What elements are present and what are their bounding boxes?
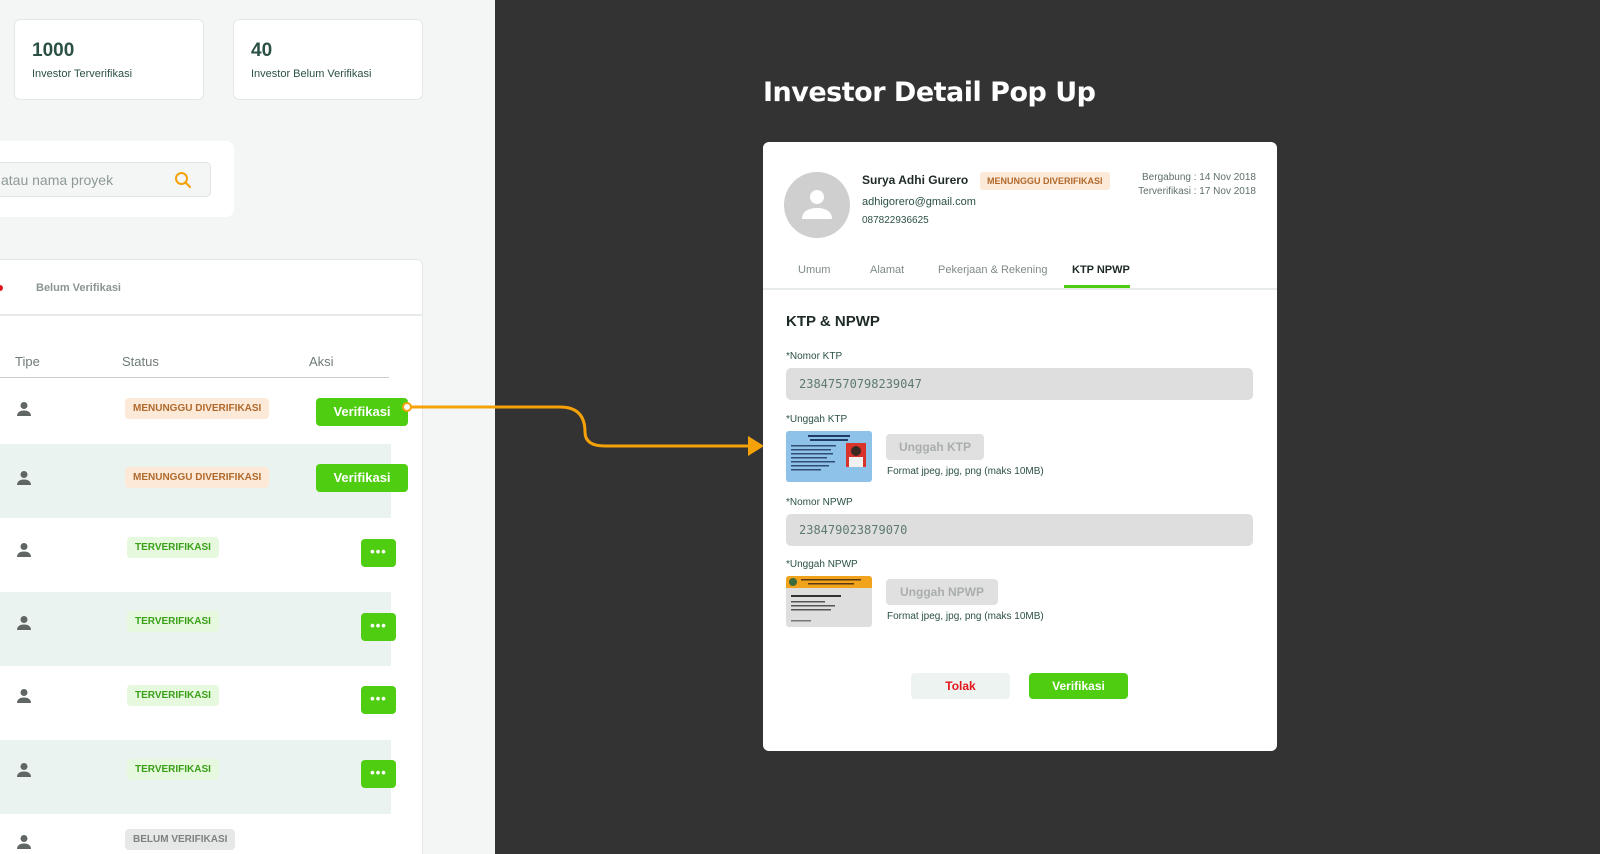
npwp-upload-label: *Unggah NPWP (786, 559, 858, 570)
status-badge: TERVERIFIKASI (127, 759, 219, 780)
ktp-number-label: *Nomor KTP (786, 351, 843, 362)
table-row: TERVERIFIKASI ••• (0, 666, 396, 740)
search-input[interactable]: atau nama proyek (0, 162, 211, 197)
notification-dot (0, 285, 3, 291)
investor-phone: 087822936625 (862, 215, 929, 226)
investor-table: Belum Verifikasi Tipe Status Aksi MENUNG… (0, 259, 423, 854)
npwp-card-thumbnail[interactable] (786, 576, 872, 627)
person-icon (17, 402, 31, 416)
stat-label: Investor Belum Verifikasi (251, 68, 372, 80)
stat-value: 1000 (32, 40, 75, 61)
tab-belum-verifikasi[interactable]: Belum Verifikasi (36, 282, 121, 294)
verify-button[interactable]: Verifikasi (1029, 673, 1128, 699)
person-icon (17, 471, 31, 485)
table-row: BELUM VERIFIKASI (0, 814, 391, 854)
more-actions-button[interactable]: ••• (361, 539, 396, 567)
section-title: KTP & NPWP (786, 313, 880, 330)
stat-card-unverified: 40 Investor Belum Verifikasi (233, 19, 423, 100)
column-header-tipe: Tipe (15, 354, 40, 369)
search-icon[interactable] (174, 171, 192, 189)
upload-ktp-button[interactable]: Unggah KTP (886, 434, 984, 460)
stat-value: 40 (251, 40, 273, 61)
table-row: MENUNGGU DIVERIFIKASI Verifikasi (0, 444, 408, 518)
column-header-aksi: Aksi (309, 354, 334, 369)
tab-pekerjaan-rekening[interactable]: Pekerjaan & Rekening (938, 264, 1047, 276)
person-icon (17, 835, 31, 849)
table-row: TERVERIFIKASI ••• (0, 518, 396, 592)
person-icon (17, 689, 31, 703)
status-badge: MENUNGGU DIVERIFIKASI (980, 172, 1110, 190)
avatar (784, 172, 850, 238)
status-badge: TERVERIFIKASI (127, 537, 219, 558)
stat-card-verified: 1000 Investor Terverifikasi (14, 19, 204, 100)
investor-detail-modal: Surya Adhi Gurero MENUNGGU DIVERIFIKASI … (763, 142, 1277, 751)
joined-date: Bergabung : 14 Nov 2018 (1142, 172, 1256, 183)
person-icon (17, 616, 31, 630)
reject-button[interactable]: Tolak (911, 673, 1010, 699)
npwp-number-label: *Nomor NPWP (786, 497, 853, 508)
user-avatar-icon (802, 190, 832, 219)
investor-email: adhigorero@gmail.com (862, 196, 976, 208)
table-row: TERVERIFIKASI ••• (0, 592, 396, 666)
verify-button[interactable]: Verifikasi (316, 464, 408, 492)
verified-date: Terverifikasi : 17 Nov 2018 (1138, 186, 1256, 197)
npwp-format-note: Format jpeg, jpg, png (maks 10MB) (887, 611, 1044, 622)
tab-alamat[interactable]: Alamat (870, 264, 904, 276)
ktp-format-note: Format jpeg, jpg, png (maks 10MB) (887, 466, 1044, 477)
status-badge: TERVERIFIKASI (127, 685, 219, 706)
ktp-upload-label: *Unggah KTP (786, 414, 848, 425)
status-badge: MENUNGGU DIVERIFIKASI (125, 467, 270, 488)
column-header-status: Status (122, 354, 159, 369)
table-tabs: Belum Verifikasi (0, 260, 422, 316)
detail-tabs: Umum Alamat Pekerjaan & Rekening KTP NPW… (763, 254, 1277, 290)
more-actions-button[interactable]: ••• (361, 760, 396, 788)
table-row: TERVERIFIKASI ••• (0, 740, 396, 814)
investor-name: Surya Adhi Gurero (862, 173, 969, 187)
person-icon (17, 763, 31, 777)
page-title: Investor Detail Pop Up (763, 77, 1096, 108)
active-tab-indicator (1064, 285, 1130, 288)
ktp-number-field[interactable]: 23847570798239047 (786, 368, 1253, 400)
search-placeholder: atau nama proyek (1, 172, 114, 188)
more-actions-button[interactable]: ••• (361, 686, 396, 714)
verify-button[interactable]: Verifikasi (316, 398, 408, 426)
npwp-number-field[interactable]: 238479023879070 (786, 514, 1253, 546)
table-header: Tipe Status Aksi (0, 354, 389, 378)
ktp-card-thumbnail[interactable] (786, 431, 872, 482)
stat-label: Investor Terverifikasi (32, 68, 133, 80)
tab-umum[interactable]: Umum (798, 264, 830, 276)
status-badge: MENUNGGU DIVERIFIKASI (125, 398, 270, 419)
table-row: MENUNGGU DIVERIFIKASI Verifikasi (0, 380, 408, 454)
tab-ktp-npwp[interactable]: KTP NPWP (1072, 264, 1130, 276)
search-card: atau nama proyek (0, 141, 234, 217)
upload-npwp-button[interactable]: Unggah NPWP (886, 579, 998, 605)
status-badge: BELUM VERIFIKASI (125, 829, 236, 850)
person-icon (17, 543, 31, 557)
status-badge: TERVERIFIKASI (127, 611, 219, 632)
investor-list-panel: 1000 Investor Terverifikasi 40 Investor … (0, 0, 495, 854)
more-actions-button[interactable]: ••• (361, 613, 396, 641)
